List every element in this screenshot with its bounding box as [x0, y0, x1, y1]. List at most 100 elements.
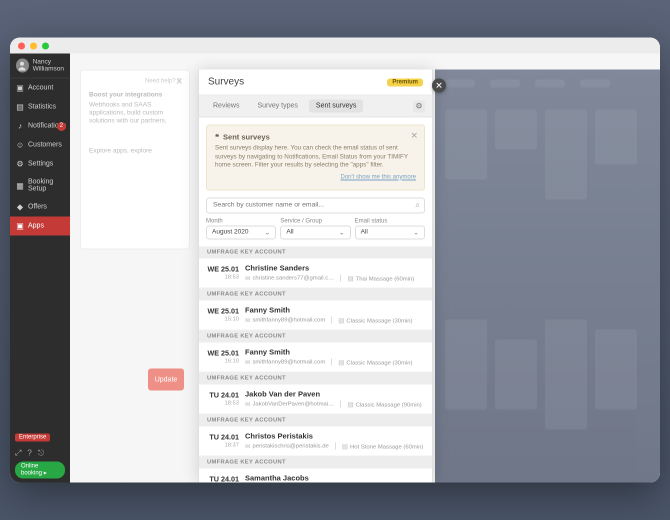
filter-label: Email status	[355, 218, 425, 224]
sidebar-item-statistics[interactable]: ▤Statistics	[10, 98, 70, 117]
sidebar-item-account[interactable]: ▣Account	[10, 79, 70, 98]
mail-icon: ✉	[245, 359, 250, 366]
survey-row[interactable]: TU 24.01 16:37 Samantha Jacobs ✉samjakob…	[199, 468, 432, 483]
traffic-light-close[interactable]	[18, 42, 25, 49]
calendar-backdrop	[435, 70, 660, 483]
survey-row[interactable]: WE 25.01 16:10 Fanny Smith ✉smithfanny89…	[199, 342, 432, 372]
group-header: UMFRAGE KEY ACCOUNT	[199, 372, 432, 384]
surveys-panel: ✕ Surveys Premium Reviews Survey types S…	[198, 70, 433, 483]
dont-show-link[interactable]: Don't show me this anymore	[215, 174, 416, 180]
sidebar-item-label: Settings	[28, 161, 53, 168]
sidebar-item-label: Apps	[28, 223, 44, 230]
service-icon: ▤	[338, 359, 344, 366]
avatar	[16, 59, 29, 73]
date-cell: WE 25.01 16:10	[207, 349, 239, 365]
survey-list[interactable]: UMFRAGE KEY ACCOUNT WE 25.01 18:53 Chris…	[199, 246, 432, 483]
sidebar-item-booking-setup[interactable]: ▦ Booking Setup	[10, 174, 70, 198]
apps-icon: ▣	[16, 222, 24, 231]
traffic-light-zoom[interactable]	[42, 42, 49, 49]
search-icon[interactable]: ⌕	[416, 200, 420, 210]
help-card-body: Webhooks and SAAS applications, build cu…	[89, 102, 181, 126]
close-panel-button[interactable]: ✕	[432, 79, 446, 93]
bell-icon: ♪	[16, 122, 24, 131]
customer-name: Christos Peristakis	[245, 431, 424, 440]
date-cell: TU 24.01 18:37	[207, 433, 239, 449]
tab-sent-surveys[interactable]: Sent surveys	[309, 100, 363, 113]
date-cell: WE 25.01 15:10	[207, 307, 239, 323]
sidebar-item-label: Booking Setup	[28, 179, 64, 193]
filters: Month August 2020⌄ Service / Group All⌄ …	[206, 218, 425, 239]
month-select[interactable]: August 2020⌄	[206, 225, 276, 239]
service-icon: ▤	[342, 443, 348, 450]
dismiss-banner-button[interactable]: ✕	[410, 131, 418, 142]
service-icon: ▤	[338, 317, 344, 324]
customers-icon: ☺	[16, 141, 24, 150]
logout-icon[interactable]: ⎋	[38, 449, 44, 459]
chevron-down-icon: ⌄	[339, 228, 345, 236]
calendar-setup-icon: ▦	[16, 181, 24, 190]
group-header: UMFRAGE KEY ACCOUNT	[199, 288, 432, 300]
sidebar-item-settings[interactable]: ⚙ Settings	[10, 155, 70, 174]
row-meta: ✉JakobVanDerPaven@hotmail.com ▤Classic M…	[245, 400, 424, 408]
panel-title: Surveys	[208, 77, 244, 88]
chevron-down-icon: ⌄	[264, 228, 270, 236]
app-window: Nancy Williamson ▣Account ▤Statistics ♪N…	[10, 38, 660, 483]
row-meta: ✉smithfanny89@hotmail.com ▤Classic Massa…	[245, 316, 424, 324]
tab-reviews[interactable]: Reviews	[206, 100, 246, 113]
expand-sidebar-icon[interactable]: ⤢	[15, 449, 21, 459]
help-icon[interactable]: ?	[27, 449, 31, 459]
survey-row[interactable]: WE 25.01 18:53 Christine Sanders ✉christ…	[199, 258, 432, 288]
tab-survey-types[interactable]: Survey types	[250, 100, 304, 113]
info-banner: ✕ ❝Sent surveys Sent surveys display her…	[206, 125, 425, 191]
row-meta: ✉christine.sanders77@gmail.com ▤Thai Mas…	[245, 274, 424, 282]
update-button[interactable]: Update	[148, 369, 184, 391]
sidebar-item-apps[interactable]: ▣ Apps	[10, 217, 70, 236]
row-meta: ✉peristakischris@peristakis.de ▤Hot Ston…	[245, 442, 424, 450]
online-booking-toggle[interactable]: Online booking ▸	[15, 462, 65, 479]
need-help-label: Need help? ⍰	[89, 79, 181, 86]
gear-icon: ⚙	[16, 160, 24, 169]
premium-badge: Premium	[387, 78, 423, 86]
filter-status: Email status All⌄	[355, 218, 425, 239]
customer-name: Fanny Smith	[245, 347, 424, 356]
banner-body: Sent surveys display here. You can check…	[215, 145, 416, 171]
sidebar-item-offers[interactable]: ◆ Offers	[10, 198, 70, 217]
user-name: Nancy Williamson	[33, 59, 64, 73]
enterprise-badge: Enterprise	[15, 434, 50, 442]
panel-header: Surveys Premium	[199, 70, 432, 96]
gear-icon: ⚙	[415, 102, 422, 111]
filter-month: Month August 2020⌄	[206, 218, 276, 239]
survey-row[interactable]: WE 25.01 15:10 Fanny Smith ✉smithfanny89…	[199, 300, 432, 330]
close-icon: ✕	[435, 80, 443, 91]
group-header: UMFRAGE KEY ACCOUNT	[199, 456, 432, 468]
sidebar-item-label: Statistics	[28, 104, 56, 111]
sidebar-user[interactable]: Nancy Williamson	[10, 54, 70, 79]
sidebar-item-customers[interactable]: ☺ Customers	[10, 136, 70, 155]
search-wrap: ⌕	[206, 197, 425, 213]
window-titlebar	[10, 38, 660, 54]
status-select[interactable]: All⌄	[355, 225, 425, 239]
sidebar-item-label: Offers	[28, 204, 47, 211]
date-cell: TU 24.01 16:37	[207, 475, 239, 483]
group-header: UMFRAGE KEY ACCOUNT	[199, 330, 432, 342]
tab-bar: Reviews Survey types Sent surveys ⚙	[199, 96, 432, 118]
help-card: ✕ Need help? ⍰ Boost your integrations W…	[80, 70, 190, 250]
sidebar-item-notifications[interactable]: ♪Notifications2	[10, 117, 70, 136]
sidebar-item-label: Customers	[28, 142, 62, 149]
mail-icon: ✉	[245, 275, 250, 282]
search-input[interactable]	[206, 197, 425, 213]
sidebar-footer: Enterprise ⤢ ? ⎋ Online booking ▸	[10, 430, 70, 483]
sidebar: Nancy Williamson ▣Account ▤Statistics ♪N…	[10, 54, 70, 483]
filter-service: Service / Group All⌄	[280, 218, 350, 239]
account-icon: ▣	[16, 84, 24, 93]
tag-icon: ◆	[16, 203, 24, 212]
customer-name: Christine Sanders	[245, 263, 424, 272]
close-icon[interactable]: ✕	[175, 77, 183, 88]
traffic-light-minimize[interactable]	[30, 42, 37, 49]
survey-row[interactable]: TU 24.01 18:37 Christos Peristakis ✉peri…	[199, 426, 432, 456]
panel-settings-button[interactable]: ⚙	[413, 100, 425, 112]
filter-label: Service / Group	[280, 218, 350, 224]
survey-row[interactable]: TU 24.01 18:53 Jakob Van der Paven ✉Jako…	[199, 384, 432, 414]
service-select[interactable]: All⌄	[280, 225, 350, 239]
date-cell: TU 24.01 18:53	[207, 391, 239, 407]
